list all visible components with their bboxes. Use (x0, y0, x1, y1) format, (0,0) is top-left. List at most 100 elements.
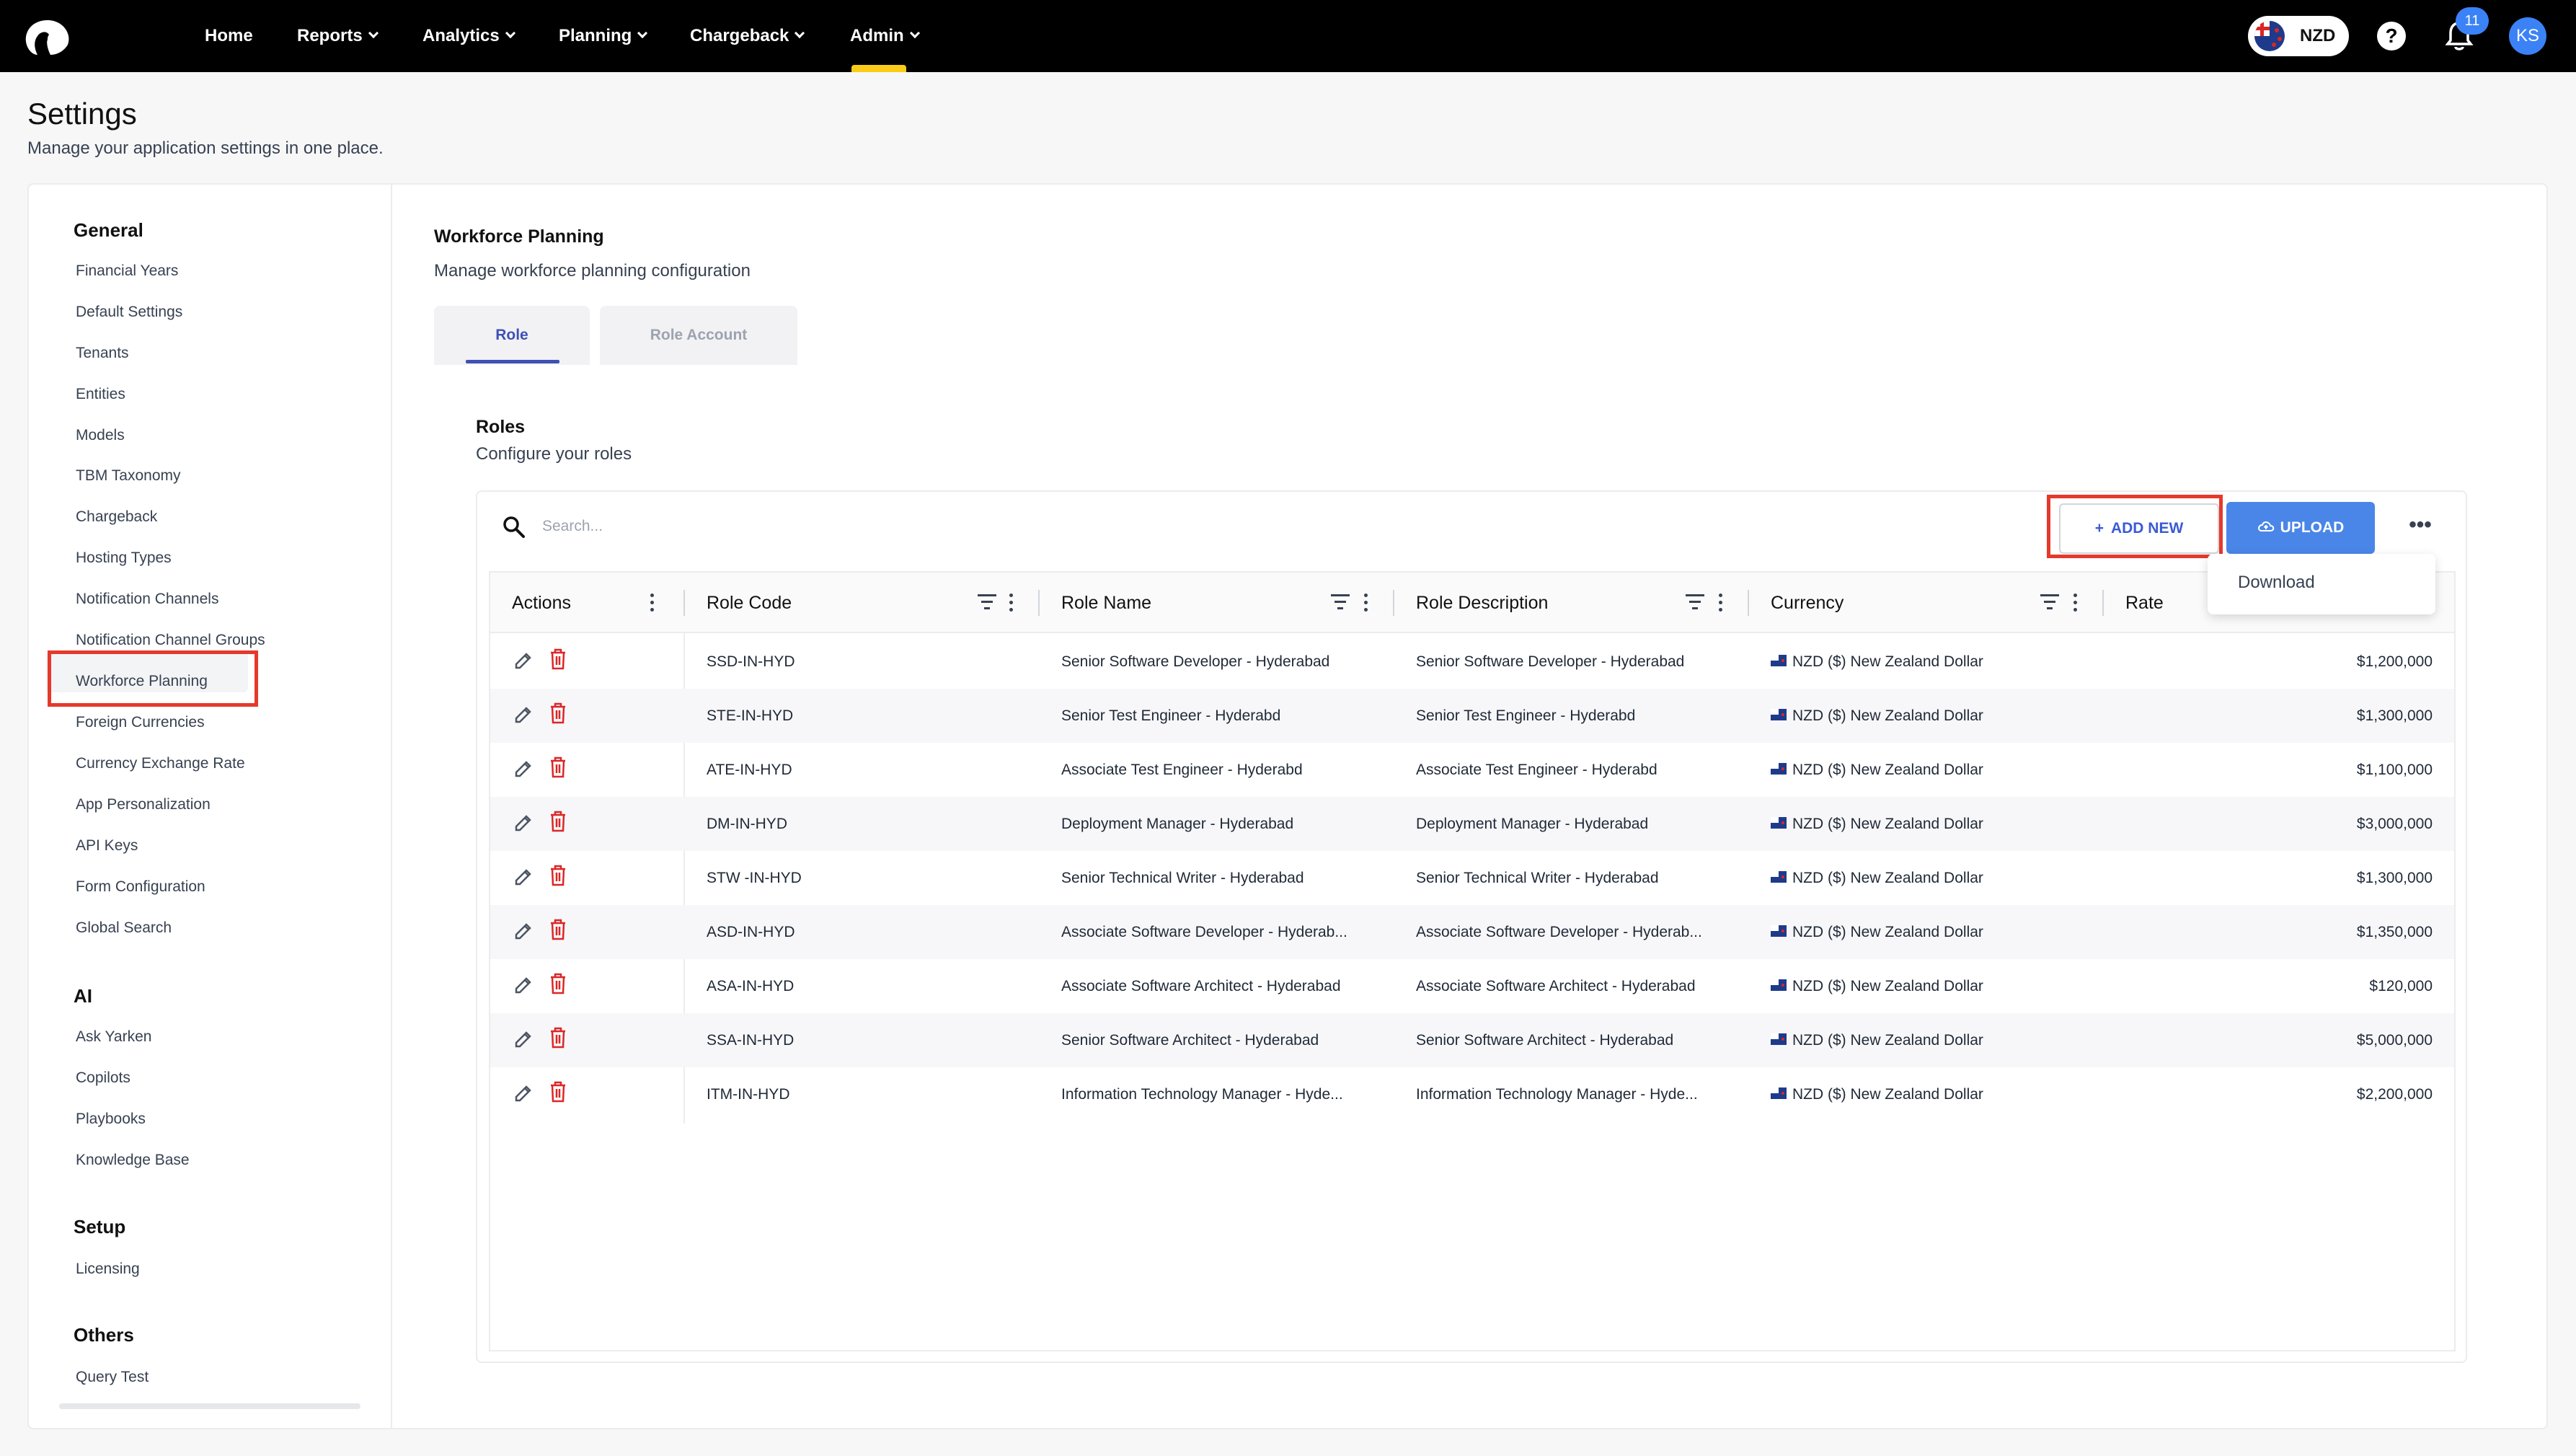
sidebar-item-notification-channels[interactable]: Notification Channels (76, 591, 218, 608)
sidebar-item-ask-yarken[interactable]: Ask Yarken (76, 1028, 151, 1046)
sidebar-item-copilots[interactable]: Copilots (76, 1069, 130, 1087)
app-logo[interactable] (22, 17, 74, 58)
sidebar-item-tbm-taxonomy[interactable]: TBM Taxonomy (76, 467, 181, 485)
sidebar-item-currency-exchange-rate[interactable]: Currency Exchange Rate (76, 755, 245, 772)
delete-icon[interactable] (549, 756, 567, 779)
delete-icon[interactable] (549, 1080, 567, 1103)
edit-icon[interactable] (512, 1082, 535, 1105)
cell-currency: NZD ($) New Zealand Dollar (1771, 743, 2095, 797)
nz-flag-icon (1771, 763, 1787, 775)
sidebar-item-foreign-currencies[interactable]: Foreign Currencies (76, 714, 205, 731)
currency-label: NZD ($) New Zealand Dollar (1792, 1086, 1983, 1103)
column-resize-handle[interactable] (1393, 590, 1394, 616)
sidebar-item-default-settings[interactable]: Default Settings (76, 304, 182, 321)
delete-icon[interactable] (549, 972, 567, 995)
currency-label: NZD ($) New Zealand Dollar (1792, 870, 1983, 886)
cell-role-code: SSA-IN-HYD (707, 1032, 795, 1049)
sidebar-item-licensing[interactable]: Licensing (76, 1261, 140, 1278)
edit-icon[interactable] (512, 649, 535, 672)
nav-chargeback[interactable]: Chargeback (690, 0, 805, 72)
sidebar-item-financial-years[interactable]: Financial Years (76, 262, 178, 280)
sidebar-item-playbooks[interactable]: Playbooks (76, 1111, 146, 1128)
nav-planning[interactable]: Planning (559, 0, 648, 72)
column-resize-handle[interactable] (1748, 590, 1749, 616)
filter-icon[interactable] (1331, 594, 1350, 612)
edit-icon[interactable] (512, 757, 535, 780)
column-header-currency[interactable]: Currency (1771, 573, 1844, 633)
column-menu-icon[interactable] (1719, 594, 1723, 612)
nav-admin[interactable]: Admin (850, 0, 920, 72)
tab-role-account[interactable]: Role Account (600, 306, 797, 365)
cell-role-name: Information Technology Manager - Hyde... (1061, 1086, 1343, 1103)
help-icon[interactable]: ? (2377, 22, 2406, 50)
sidebar-item-models[interactable]: Models (76, 427, 125, 444)
sidebar-item-entities[interactable]: Entities (76, 386, 125, 403)
delete-icon[interactable] (549, 864, 567, 887)
column-header-role-code[interactable]: Role Code (707, 573, 792, 633)
column-menu-icon[interactable] (1364, 594, 1368, 612)
sidebar-item-hosting-types[interactable]: Hosting Types (76, 550, 172, 567)
column-header-rate[interactable]: Rate (2125, 573, 2164, 633)
sidebar-item-notification-channel-groups[interactable]: Notification Channel Groups (76, 632, 265, 649)
cell-role-description: Deployment Manager - Hyderabad (1416, 816, 1649, 832)
cell-role-description: Senior Software Developer - Hyderabad (1416, 653, 1685, 670)
sidebar-section-others: Others (74, 1324, 134, 1346)
edit-icon[interactable] (512, 1028, 535, 1051)
nav-home[interactable]: Home (205, 0, 253, 72)
table-row: DM-IN-HYD Deployment Manager - Hyderabad… (490, 797, 2454, 851)
tab-role[interactable]: Role (434, 306, 590, 365)
nz-flag-icon (1771, 1087, 1787, 1100)
cell-role-description: Associate Test Engineer - Hyderabd (1416, 762, 1657, 778)
filter-icon[interactable] (1686, 594, 1704, 612)
filter-icon[interactable] (978, 594, 996, 612)
column-header-role-description[interactable]: Role Description (1416, 573, 1548, 633)
edit-icon[interactable] (512, 703, 535, 726)
column-resize-handle[interactable] (2102, 590, 2104, 616)
sidebar-item-global-search[interactable]: Global Search (76, 919, 172, 937)
sidebar-item-knowledge-base[interactable]: Knowledge Base (76, 1152, 190, 1169)
upload-button[interactable]: UPLOAD (2226, 502, 2375, 554)
table-row: ATE-IN-HYD Associate Test Engineer - Hyd… (490, 743, 2454, 797)
more-options-icon[interactable]: ••• (2402, 511, 2438, 545)
menu-item-download[interactable]: Download (2238, 573, 2315, 593)
settings-sidebar: General Financial Years Default Settings… (29, 185, 392, 1428)
nav-reports[interactable]: Reports (297, 0, 379, 72)
column-resize-handle[interactable] (683, 590, 685, 616)
sidebar-item-api-keys[interactable]: API Keys (76, 837, 138, 855)
sidebar-item-form-configuration[interactable]: Form Configuration (76, 878, 205, 896)
sidebar-item-chargeback[interactable]: Chargeback (76, 508, 157, 526)
column-menu-icon[interactable] (1009, 594, 1014, 612)
chevron-down-icon (505, 27, 515, 39)
sidebar-item-query-test[interactable]: Query Test (76, 1369, 149, 1386)
edit-icon[interactable] (512, 919, 535, 943)
cell-rate: $1,350,000 (2356, 924, 2433, 940)
sidebar-item-tenants[interactable]: Tenants (76, 345, 129, 362)
column-menu-icon[interactable] (2073, 594, 2078, 612)
avatar[interactable]: KS (2509, 17, 2546, 55)
column-menu-icon[interactable] (650, 594, 655, 612)
delete-icon[interactable] (549, 1026, 567, 1049)
cell-rate: $120,000 (2369, 978, 2433, 994)
cell-role-description: Information Technology Manager - Hyde... (1416, 1086, 1698, 1103)
nav-analytics[interactable]: Analytics (422, 0, 515, 72)
edit-icon[interactable] (512, 811, 535, 834)
cell-role-name: Senior Software Architect - Hyderabad (1061, 1032, 1319, 1049)
edit-icon[interactable] (512, 865, 535, 888)
filter-icon[interactable] (2040, 594, 2059, 612)
upload-label: UPLOAD (2280, 519, 2345, 536)
chevron-down-icon (909, 27, 920, 39)
column-header-role-name[interactable]: Role Name (1061, 573, 1151, 633)
delete-icon[interactable] (549, 918, 567, 941)
search-input[interactable] (542, 508, 1191, 545)
roles-grid: +ADD NEW UPLOAD ••• Download Actions Rol… (476, 490, 2467, 1363)
cell-rate: $5,000,000 (2356, 1032, 2433, 1049)
delete-icon[interactable] (549, 810, 567, 833)
delete-icon[interactable] (549, 702, 567, 725)
edit-icon[interactable] (512, 974, 535, 997)
column-resize-handle[interactable] (1038, 590, 1040, 616)
nav-active-indicator (851, 65, 906, 72)
delete-icon[interactable] (549, 648, 567, 671)
sidebar-scrollbar[interactable] (59, 1403, 360, 1409)
sidebar-item-app-personalization[interactable]: App Personalization (76, 796, 211, 813)
currency-selector[interactable]: NZD (2248, 16, 2349, 56)
